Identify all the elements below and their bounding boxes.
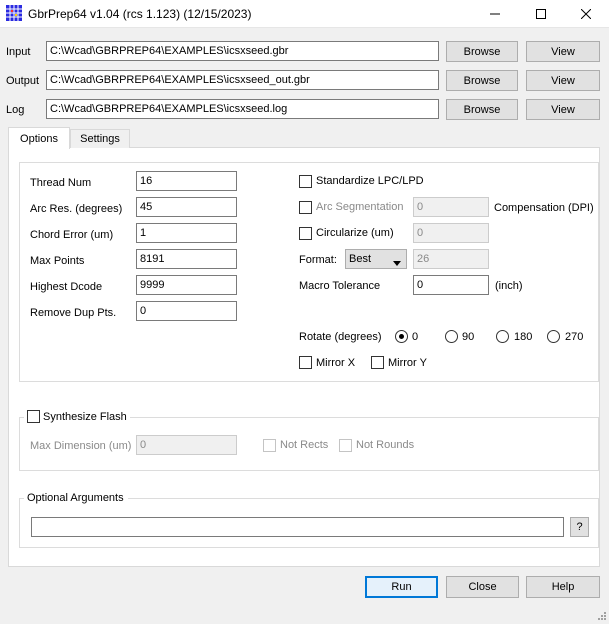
standardize-label: Standardize LPC/LPD: [316, 175, 424, 187]
minimize-icon[interactable]: [472, 0, 518, 28]
log-browse-button[interactable]: Browse: [446, 99, 518, 120]
chord-error-label: Chord Error (um): [30, 229, 114, 241]
thread-num-field[interactable]: 16: [136, 171, 237, 191]
format-select[interactable]: Best: [345, 249, 407, 269]
maximize-icon[interactable]: [518, 0, 564, 28]
max-dimension-label: Max Dimension (um): [30, 440, 132, 452]
mirror-x-checkbox[interactable]: [299, 356, 312, 369]
arc-res-label: Arc Res. (degrees): [30, 203, 123, 215]
output-browse-button[interactable]: Browse: [446, 70, 518, 91]
title-bar[interactable]: GbrPrep64 v1.04 (rcs 1.123) (12/15/2023): [0, 0, 609, 28]
app-grid-icon: [6, 5, 22, 21]
input-path-field[interactable]: C:\Wcad\GBRPREP64\EXAMPLES\icsxseed.gbr: [46, 41, 439, 61]
log-view-button[interactable]: View: [526, 99, 600, 120]
tab-options[interactable]: Options: [8, 127, 70, 149]
rotate-270-label: 270: [565, 331, 584, 343]
mirror-y-label: Mirror Y: [388, 357, 427, 369]
rotate-270-radio[interactable]: [547, 330, 560, 343]
log-path-field[interactable]: C:\Wcad\GBRPREP64\EXAMPLES\icsxseed.log: [46, 99, 439, 119]
macro-tolerance-label: Macro Tolerance: [299, 280, 381, 292]
arc-segmentation-label: Arc Segmentation: [316, 201, 404, 213]
format-label: Format:: [299, 254, 337, 266]
rotate-90-label: 90: [462, 331, 475, 343]
remove-dup-label: Remove Dup Pts.: [30, 307, 117, 319]
rotate-label: Rotate (degrees): [299, 331, 382, 343]
remove-dup-field[interactable]: 0: [136, 301, 237, 321]
rotate-90-radio[interactable]: [445, 330, 458, 343]
compensation-label: Compensation (DPI): [494, 202, 594, 214]
optional-args-field[interactable]: [31, 517, 564, 537]
thread-num-label: Thread Num: [30, 177, 92, 189]
macro-tolerance-field[interactable]: 0: [413, 275, 489, 295]
synthesize-label: Synthesize Flash: [43, 411, 127, 423]
tab-settings[interactable]: Settings: [70, 129, 130, 148]
input-label: Input: [6, 46, 31, 58]
input-view-button[interactable]: View: [526, 41, 600, 62]
rotate-180-label: 180: [514, 331, 533, 343]
options-group: [19, 162, 599, 382]
highest-dcode-label: Highest Dcode: [30, 281, 103, 293]
not-rects-checkbox[interactable]: [263, 439, 276, 452]
chevron-down-icon: [393, 256, 401, 268]
arc-res-field[interactable]: 45: [136, 197, 237, 217]
window-title: GbrPrep64 v1.04 (rcs 1.123) (12/15/2023): [28, 7, 252, 21]
format-value-field[interactable]: 26: [413, 249, 489, 269]
help-button[interactable]: Help: [526, 576, 600, 598]
mirror-y-checkbox[interactable]: [371, 356, 384, 369]
synthesize-checkbox[interactable]: [27, 410, 40, 423]
rotate-0-label: 0: [412, 331, 419, 343]
not-rects-label: Not Rects: [280, 439, 329, 451]
macro-tolerance-unit: (inch): [495, 280, 523, 292]
circularize-field[interactable]: 0: [413, 223, 489, 243]
not-rounds-label: Not Rounds: [356, 439, 415, 451]
chord-error-field[interactable]: 1: [136, 223, 237, 243]
arc-segmentation-field[interactable]: 0: [413, 197, 489, 217]
standardize-checkbox[interactable]: [299, 175, 312, 188]
output-path-field[interactable]: C:\Wcad\GBRPREP64\EXAMPLES\icsxseed_out.…: [46, 70, 439, 90]
input-browse-button[interactable]: Browse: [446, 41, 518, 62]
log-label: Log: [6, 104, 25, 116]
not-rounds-checkbox[interactable]: [339, 439, 352, 452]
run-button[interactable]: Run: [365, 576, 438, 598]
circularize-label: Circularize (um): [316, 227, 394, 239]
optional-args-help-button[interactable]: ?: [570, 517, 589, 537]
output-label: Output: [6, 75, 40, 87]
rotate-0-radio[interactable]: [395, 330, 408, 343]
max-dimension-field[interactable]: 0: [136, 435, 237, 455]
close-icon[interactable]: [563, 0, 609, 28]
optional-args-label: Optional Arguments: [27, 492, 124, 504]
format-selected: Best: [349, 253, 372, 265]
close-button[interactable]: Close: [446, 576, 519, 598]
circularize-checkbox[interactable]: [299, 227, 312, 240]
output-view-button[interactable]: View: [526, 70, 600, 91]
mirror-x-label: Mirror X: [316, 357, 356, 369]
highest-dcode-field[interactable]: 9999: [136, 275, 237, 295]
arc-segmentation-checkbox[interactable]: [299, 201, 312, 214]
rotate-180-radio[interactable]: [496, 330, 509, 343]
resize-grip-icon[interactable]: [596, 610, 607, 624]
max-points-field[interactable]: 8191: [136, 249, 237, 269]
max-points-label: Max Points: [30, 255, 85, 267]
